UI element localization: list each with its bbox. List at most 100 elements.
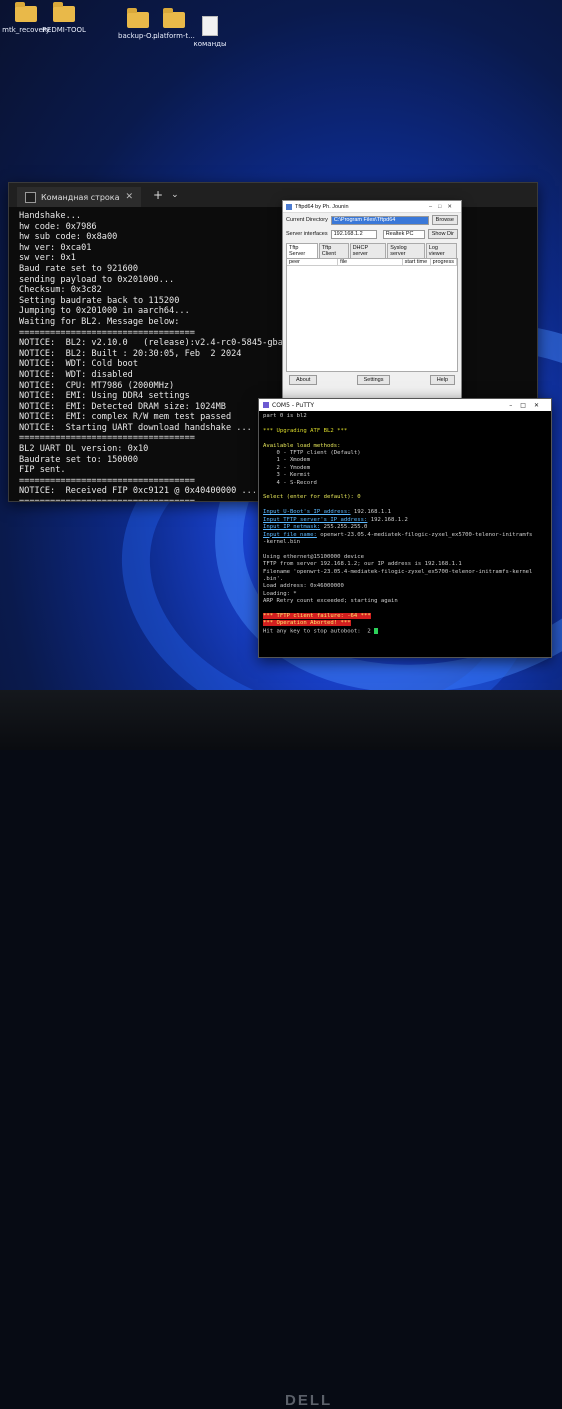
document-icon xyxy=(202,16,218,36)
putty-window[interactable]: COM5 - PuTTY –□✕ part 0 is bl2​*** Upgra… xyxy=(258,398,552,658)
putty-output-line: ​ xyxy=(263,606,547,613)
putty-output-line: 2 - Ymodem xyxy=(263,465,547,472)
window-controls[interactable]: –□✕ xyxy=(509,402,547,409)
server-interface-row: Server interfaces 192.168.1.2 Realtek PC… xyxy=(283,227,461,241)
putty-line-text: 3 - Kermit xyxy=(263,472,311,479)
prompt-value: 255.255.255.0 xyxy=(320,524,368,531)
putty-output-line: 0 - TFTP client (Default) xyxy=(263,450,547,457)
text-cursor xyxy=(374,627,379,634)
new-tab-plus-icon[interactable]: + xyxy=(153,188,163,202)
tftpd64-tabs: Tftp Server Tftp Client DHCP server Sysl… xyxy=(283,243,461,258)
tab-dhcp-server[interactable]: DHCP server xyxy=(349,243,387,258)
putty-line-text: 1 - Xmodem xyxy=(263,457,311,464)
putty-line-text: *** Upgrading ATF BL2 *** xyxy=(263,427,348,434)
putty-output-line: 1 - Xmodem xyxy=(263,457,547,464)
adapter-select[interactable]: Realtek PC xyxy=(382,229,425,239)
prompt-label: Input file name: xyxy=(263,531,317,538)
putty-output-line: Filename 'openwrt-23.05.4-mediatek-filog… xyxy=(263,569,547,576)
show-dir-button[interactable]: Show Dir xyxy=(427,229,458,239)
putty-line-text: 0 - TFTP client (Default) xyxy=(263,450,361,457)
current-directory-field[interactable]: C:\Program Files\Tftpd64 xyxy=(330,215,429,225)
putty-terminal[interactable]: part 0 is bl2​*** Upgrading ATF BL2 ***​… xyxy=(259,411,551,655)
putty-output-line: -kernel.bin xyxy=(263,539,547,546)
window-controls[interactable]: –□✕ xyxy=(429,204,458,210)
desktop-icon-label: REDMI-TOOL xyxy=(42,26,86,34)
putty-output-line: *** TFTP client failure: -64 *** xyxy=(263,612,547,620)
settings-button[interactable]: Settings xyxy=(356,375,391,385)
putty-line-text: 2 - Ymodem xyxy=(263,464,311,471)
column-peer[interactable]: peer xyxy=(287,259,339,265)
dell-logo: DELL xyxy=(285,1392,333,1409)
putty-app-icon xyxy=(263,402,269,408)
putty-output-line: Loading: * xyxy=(263,591,547,598)
monitor-bezel: DELL xyxy=(0,690,562,1409)
tab-tftp-server[interactable]: Tftp Server xyxy=(286,243,318,258)
putty-output-line: Load address: 0x46000000 xyxy=(263,583,547,590)
server-interface-select[interactable]: 192.168.1.2 xyxy=(330,229,377,239)
putty-output-line: Select (enter for default): 0 xyxy=(263,494,547,501)
putty-line-text: Filename 'openwrt-23.05.4-mediatek-filog… xyxy=(263,568,533,575)
tftpd64-titlebar[interactable]: Tftpd64 by Ph. Jounin –□✕ xyxy=(283,201,461,213)
terminal-icon xyxy=(25,191,36,203)
putty-line-text: Hit any key to stop autoboot: 2 xyxy=(263,628,375,635)
putty-output-line: ​ xyxy=(263,546,547,553)
putty-output-line: TFTP from server 192.168.1.2; our IP add… xyxy=(263,561,547,568)
desktop-icon-label: команды xyxy=(193,40,227,48)
putty-output-line: ARP Retry count exceeded; starting again xyxy=(263,598,547,605)
prompt-value: 192.168.1.2 xyxy=(367,516,408,523)
putty-output-line: Input U-Boot's IP address: 192.168.1.1 xyxy=(263,509,547,516)
tab-log-viewer[interactable]: Log viewer xyxy=(425,243,457,258)
browse-button[interactable]: Browse xyxy=(431,215,458,225)
tftpd64-footer: About Settings Help xyxy=(283,372,461,388)
putty-line-text: ARP Retry count exceeded; starting again xyxy=(263,598,398,605)
putty-line-text: 4 - S-Record xyxy=(263,479,317,486)
putty-titlebar[interactable]: COM5 - PuTTY –□✕ xyxy=(259,399,551,411)
server-interface-label: Server interfaces xyxy=(286,231,328,237)
putty-line-text: -kernel.bin xyxy=(263,538,301,545)
putty-output-line: *** Upgrading ATF BL2 *** xyxy=(263,428,547,435)
putty-output-line: Hit any key to stop autoboot: 2 xyxy=(263,627,547,636)
putty-output-line: 4 - S-Record xyxy=(263,480,547,487)
tftpd64-title: Tftpd64 by Ph. Jounin xyxy=(295,203,349,210)
putty-output-line: Available load methods: xyxy=(263,443,547,450)
column-file[interactable]: file xyxy=(338,259,403,265)
prompt-value: openwrt-23.05.4-mediatek-filogic-zyxel_e… xyxy=(316,531,533,538)
putty-output-line: Input TFTP server's IP address: 192.168.… xyxy=(263,517,547,524)
putty-output-line: ​ xyxy=(263,502,547,509)
cmd-tab[interactable]: Командная строка ✕ xyxy=(17,187,141,207)
help-button[interactable]: Help xyxy=(429,375,455,385)
current-directory-label: Current Directory xyxy=(286,217,328,223)
putty-line-text: Available load methods: xyxy=(263,442,341,449)
putty-output-line: ​ xyxy=(263,435,547,442)
tab-tftp-client[interactable]: Tftp Client xyxy=(318,243,349,258)
column-progress[interactable]: progress xyxy=(431,259,457,265)
chevron-down-icon[interactable]: ⌄ xyxy=(171,190,179,200)
current-directory-row: Current Directory C:\Program Files\Tftpd… xyxy=(283,213,461,227)
prompt-label: Input U-Boot's IP address: xyxy=(263,509,351,516)
putty-line-text: TFTP from server 192.168.1.2; our IP add… xyxy=(263,561,462,568)
prompt-label: Input IP netmask: xyxy=(263,524,321,531)
prompt-label: Input TFTP server's IP address: xyxy=(263,516,368,523)
putty-output-line: *** Operation Aborted! *** xyxy=(263,620,547,627)
close-icon[interactable]: ✕ xyxy=(125,192,133,202)
tab-syslog-server[interactable]: Syslog server xyxy=(387,243,425,258)
putty-line-text: Loading: * xyxy=(263,590,297,597)
desktop-icon-komandy[interactable]: команды xyxy=(178,16,242,48)
putty-output-line: Using ethernet@15100000 device xyxy=(263,554,547,561)
tftpd-app-icon xyxy=(286,203,292,210)
putty-line-text: .bin'. xyxy=(263,575,284,582)
putty-line-text: part 0 is bl2 xyxy=(263,413,307,419)
putty-output-line: 3 - Kermit xyxy=(263,472,547,479)
tftpd64-window[interactable]: Tftpd64 by Ph. Jounin –□✕ Current Direct… xyxy=(282,200,462,402)
putty-line-text: *** Operation Aborted! *** xyxy=(263,620,351,627)
desktop-icon-redmi-tool[interactable]: REDMI-TOOL xyxy=(32,2,96,34)
transfer-table[interactable]: peer file start time progress xyxy=(286,258,458,372)
transfer-table-header: peer file start time progress xyxy=(287,259,457,266)
prompt-value: 192.168.1.1 xyxy=(350,509,391,516)
column-start-time[interactable]: start time xyxy=(403,259,431,265)
about-button[interactable]: About xyxy=(289,375,318,385)
putty-line-text: Using ethernet@15100000 device xyxy=(263,553,365,560)
folder-icon xyxy=(53,2,75,22)
putty-output-line: .bin'. xyxy=(263,576,547,583)
putty-output-line: ​ xyxy=(263,487,547,494)
